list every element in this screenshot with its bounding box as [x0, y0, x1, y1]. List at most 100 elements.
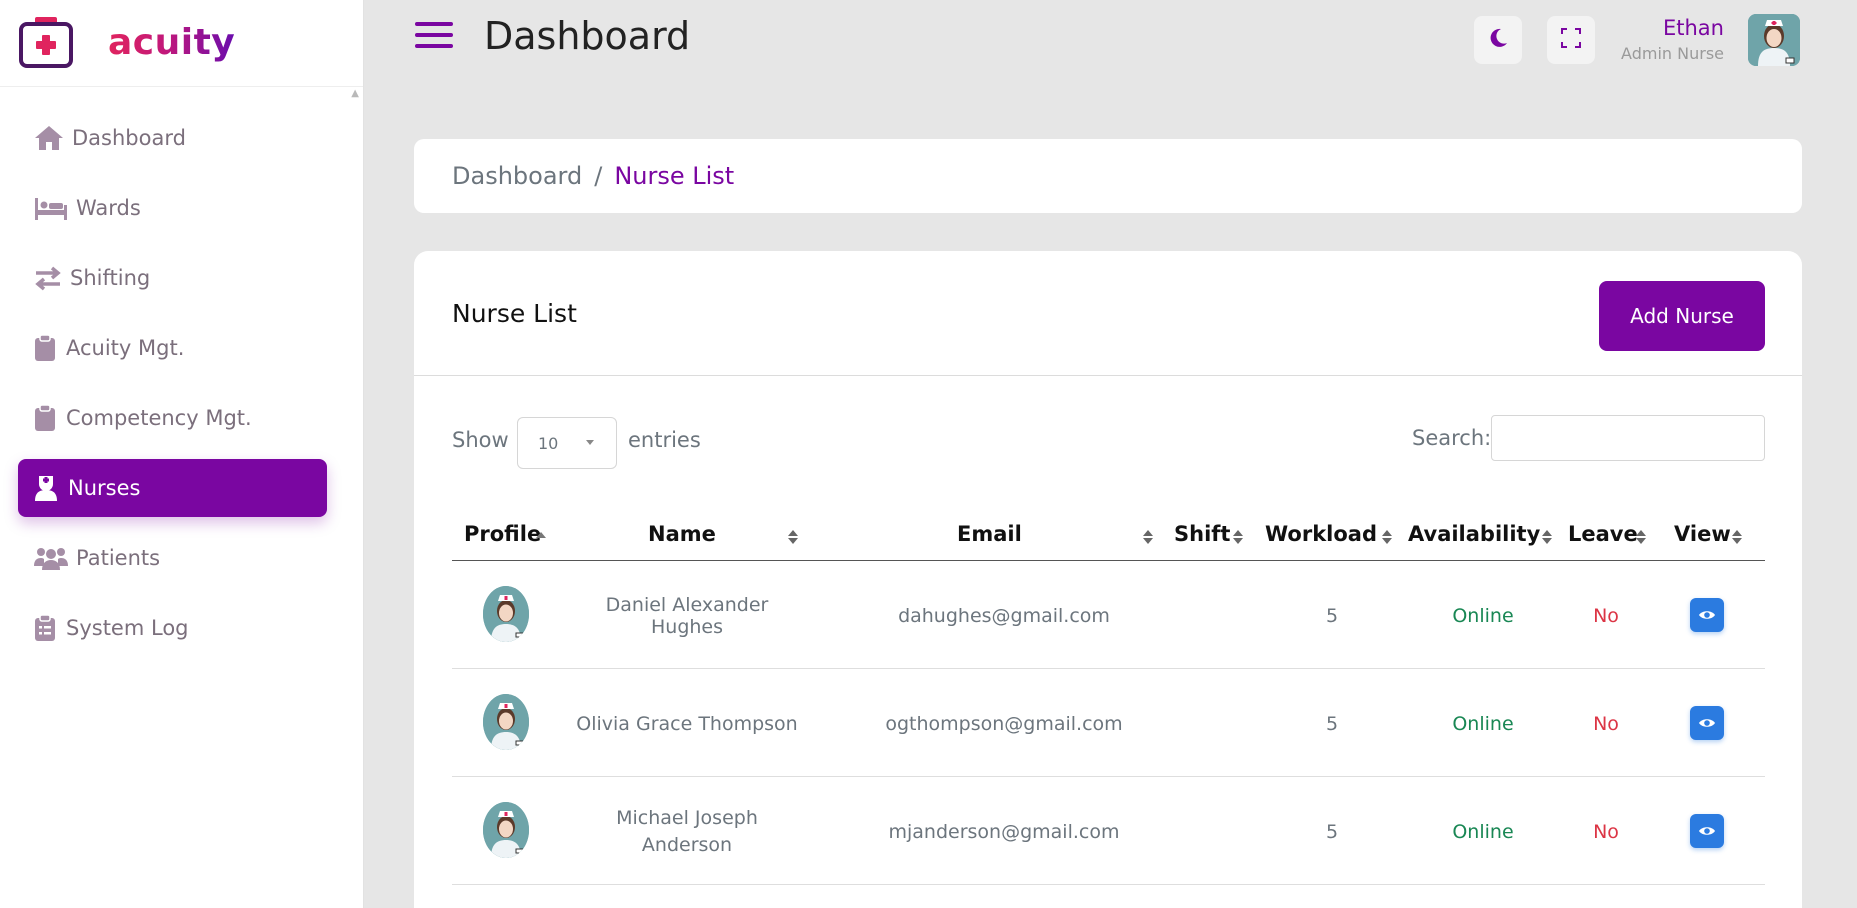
column-header-view[interactable]: View: [1674, 506, 1731, 561]
column-label: Availability: [1408, 521, 1541, 546]
sort-icon: [1143, 530, 1153, 546]
sort-icon: [1636, 530, 1646, 546]
sort-icon: [1233, 530, 1243, 546]
nurse-name: Daniel Alexander Hughes: [605, 593, 769, 638]
avatar: [483, 802, 529, 858]
sidebar-item-label: Acuity Mgt.: [66, 336, 185, 360]
column-label: Workload: [1265, 521, 1377, 546]
view-button[interactable]: [1690, 706, 1724, 740]
view-button[interactable]: [1690, 598, 1724, 632]
menu-toggle-icon[interactable]: [415, 22, 453, 54]
view-button[interactable]: [1690, 814, 1724, 848]
nurse-workload: 5: [1325, 712, 1339, 735]
leave-status: No: [1593, 604, 1619, 627]
sidebar-item-label: Patients: [76, 546, 161, 570]
users-icon: [34, 543, 72, 573]
nurse-email: dahughes@gmail.com: [898, 604, 1110, 627]
card-title: Nurse List: [452, 299, 577, 328]
sort-icon: [1382, 530, 1392, 546]
avatar: [483, 694, 529, 750]
scroll-up-icon[interactable]: ▲: [351, 88, 359, 99]
sidebar-item-label: Competency Mgt.: [66, 406, 252, 430]
column-header-profile[interactable]: Profile: [464, 506, 541, 561]
sort-icon: [1732, 530, 1742, 546]
user-role: Admin Nurse: [1621, 44, 1724, 63]
clipboard-icon: [34, 403, 62, 433]
column-label: Email: [957, 521, 1022, 546]
column-label: Shift: [1174, 521, 1231, 546]
availability-status: Online: [1452, 604, 1514, 627]
sort-icon: [1542, 530, 1552, 546]
add-nurse-button[interactable]: Add Nurse: [1599, 281, 1765, 351]
page-length-value: 10: [538, 433, 559, 453]
medical-kit-icon: [18, 15, 74, 69]
clipboard-list-icon: [34, 613, 62, 643]
sidebar-item-nurses[interactable]: Nurses: [18, 459, 327, 517]
brand-logo[interactable]: acuity: [18, 12, 235, 72]
nurse-shift: [1164, 778, 1252, 885]
breadcrumb: Dashboard / Nurse List: [414, 139, 1802, 213]
availability-status: Online: [1452, 820, 1514, 843]
search-input[interactable]: [1491, 415, 1765, 461]
dark-mode-toggle-button[interactable]: [1474, 16, 1522, 64]
column-header-workload[interactable]: Workload: [1265, 506, 1377, 561]
sidebar-divider: [0, 86, 363, 87]
column-header-availability[interactable]: Availability: [1408, 506, 1540, 561]
bed-icon: [34, 193, 72, 223]
nurse-email: ogthompson@gmail.com: [885, 712, 1123, 735]
nurse-name: Michael Joseph Anderson: [616, 806, 758, 856]
nurse-email: mjanderson@gmail.com: [888, 820, 1120, 843]
availability-status: Online: [1452, 712, 1514, 735]
column-header-leave[interactable]: Leave: [1568, 506, 1638, 561]
fullscreen-icon: [1561, 28, 1581, 52]
column-header-name[interactable]: Name: [648, 506, 716, 561]
leave-status: No: [1593, 820, 1619, 843]
nurse-icon: [34, 473, 64, 503]
column-label: Name: [648, 521, 716, 546]
moon-icon: [1487, 27, 1509, 53]
home-icon: [34, 123, 68, 153]
sidebar-item-system-log[interactable]: System Log: [18, 599, 327, 657]
table-row: Olivia Grace Thompson ogthompson@gmail.c…: [452, 670, 1765, 777]
clipboard-icon: [34, 333, 62, 363]
eye-icon: [1698, 714, 1716, 733]
sidebar-item-patients[interactable]: Patients: [18, 529, 327, 587]
page-title: Dashboard: [484, 14, 691, 58]
column-label: Leave: [1568, 521, 1638, 546]
fullscreen-button[interactable]: [1547, 16, 1595, 64]
sidebar-item-shifting[interactable]: Shifting: [18, 249, 327, 307]
sidebar: acuity ▲ Dashboard Wards Shifting Acuity…: [0, 0, 364, 908]
nurse-workload: 5: [1325, 820, 1339, 843]
sort-asc-icon: [536, 532, 546, 548]
sidebar-nav: Dashboard Wards Shifting Acuity Mgt. Com…: [18, 109, 327, 669]
search-label: Search:: [1412, 426, 1492, 450]
table-row: Daniel Alexander Hughes dahughes@gmail.c…: [452, 562, 1765, 669]
sidebar-item-label: Wards: [76, 196, 141, 220]
column-header-email[interactable]: Email: [957, 506, 1022, 561]
show-label: Show: [452, 428, 509, 452]
breadcrumb-current: Nurse List: [614, 162, 735, 190]
sidebar-item-competency-mgt[interactable]: Competency Mgt.: [18, 389, 327, 447]
table-row: Michael Joseph Anderson mjanderson@gmail…: [452, 778, 1765, 885]
nurse-list-card: Nurse List Add Nurse Show 10 entries Sea…: [414, 251, 1802, 908]
sort-icon: [788, 530, 798, 546]
sidebar-item-acuity-mgt[interactable]: Acuity Mgt.: [18, 319, 327, 377]
entries-label: entries: [628, 428, 701, 452]
brand-name: acuity: [108, 21, 236, 63]
sidebar-item-label: System Log: [66, 616, 189, 640]
nurse-workload: 5: [1325, 604, 1339, 627]
table-header: Profile Name Email Shift Workload Availa…: [452, 506, 1765, 561]
breadcrumb-separator: /: [594, 162, 603, 190]
page-length-select[interactable]: 10: [517, 417, 617, 469]
leave-status: No: [1593, 712, 1619, 735]
column-header-shift[interactable]: Shift: [1174, 506, 1230, 561]
avatar[interactable]: [1748, 14, 1800, 66]
sidebar-item-wards[interactable]: Wards: [18, 179, 327, 237]
nurse-shift: [1164, 670, 1252, 777]
sidebar-item-dashboard[interactable]: Dashboard: [18, 109, 327, 167]
user-name[interactable]: Ethan: [1663, 16, 1724, 40]
nurse-name: Olivia Grace Thompson: [576, 712, 798, 735]
column-label: View: [1674, 521, 1731, 546]
breadcrumb-link-dashboard[interactable]: Dashboard: [452, 162, 582, 190]
eye-icon: [1698, 822, 1716, 841]
